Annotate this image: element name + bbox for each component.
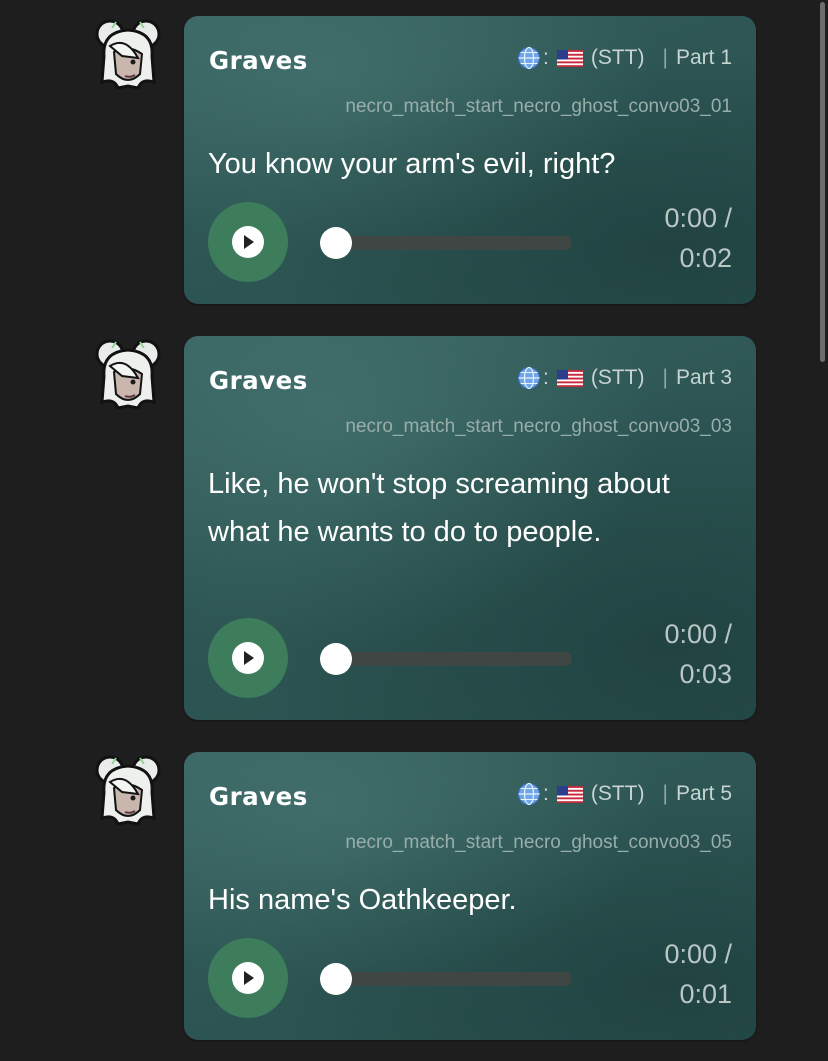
meta-divider: | <box>662 46 668 69</box>
message-bubble: Graves : <box>184 16 756 304</box>
play-icon <box>232 962 264 994</box>
us-flag-icon <box>556 369 583 387</box>
current-time: 0:00 / <box>664 939 732 969</box>
avatar <box>95 755 161 826</box>
time-display: 0:00 / 0:02 <box>664 198 732 278</box>
audio-player: 0:00 / 0:02 <box>208 200 732 284</box>
seek-bar[interactable] <box>336 236 572 250</box>
seek-thumb[interactable] <box>320 227 352 259</box>
transcript-text: Like, he won't stop screaming about what… <box>208 468 670 548</box>
part-label: Part 5 <box>675 782 732 805</box>
audio-player: 0:00 / 0:01 <box>208 936 732 1020</box>
line-meta: : (STT) | Part 3 <box>517 366 732 390</box>
lang-separator: : <box>543 366 549 389</box>
message-bubble: Graves : <box>184 752 756 1040</box>
duration: 0:02 <box>679 243 732 273</box>
audio-player: 0:00 / 0:03 <box>208 616 732 700</box>
globe-icon <box>517 366 541 390</box>
voice-line-message: Graves : <box>0 752 800 1042</box>
part-label: Part 1 <box>675 46 732 69</box>
duration: 0:03 <box>679 659 732 689</box>
avatar <box>95 339 161 410</box>
seek-thumb[interactable] <box>320 643 352 675</box>
play-button[interactable] <box>208 202 288 282</box>
stt-label: (STT) <box>590 782 645 805</box>
current-time: 0:00 / <box>664 203 732 233</box>
voice-line-id: necro_match_start_necro_ghost_convo03_03 <box>345 416 732 437</box>
us-flag-icon <box>556 785 583 803</box>
seek-bar[interactable] <box>336 972 572 986</box>
voice-line-id: necro_match_start_necro_ghost_convo03_01 <box>345 96 732 117</box>
current-time: 0:00 / <box>664 619 732 649</box>
part-label: Part 3 <box>675 366 732 389</box>
play-icon <box>232 226 264 258</box>
meta-divider: | <box>662 366 668 389</box>
line-meta: : (STT) | Part 5 <box>517 782 732 806</box>
globe-icon <box>517 782 541 806</box>
voice-line-message: Graves : <box>0 16 800 306</box>
transcript-text: You know your arm's evil, right? <box>208 148 616 180</box>
time-display: 0:00 / 0:01 <box>664 934 732 1014</box>
scrollbar[interactable] <box>819 0 825 1061</box>
play-button[interactable] <box>208 938 288 1018</box>
lang-separator: : <box>543 782 549 805</box>
scrollbar-thumb[interactable] <box>820 2 825 362</box>
play-button[interactable] <box>208 618 288 698</box>
duration: 0:01 <box>679 979 732 1009</box>
stt-label: (STT) <box>590 46 645 69</box>
message-bubble: Graves : <box>184 336 756 720</box>
play-icon <box>232 642 264 674</box>
seek-thumb[interactable] <box>320 963 352 995</box>
us-flag-icon <box>556 49 583 67</box>
line-meta: : (STT) | Part 1 <box>517 46 732 70</box>
speaker-name: Graves <box>209 782 308 811</box>
transcript-text: His name's Oathkeeper. <box>208 884 517 916</box>
lang-separator: : <box>543 46 549 69</box>
seek-bar[interactable] <box>336 652 572 666</box>
chat-log: Graves : (STT) | Part 1 necro_match_star… <box>0 0 828 1061</box>
time-display: 0:00 / 0:03 <box>664 614 732 694</box>
globe-icon <box>517 46 541 70</box>
voice-line-message: Graves : <box>0 336 800 722</box>
meta-divider: | <box>662 782 668 805</box>
voice-line-id: necro_match_start_necro_ghost_convo03_05 <box>345 832 732 853</box>
speaker-name: Graves <box>209 366 308 395</box>
avatar <box>95 19 161 90</box>
stt-label: (STT) <box>590 366 645 389</box>
speaker-name: Graves <box>209 46 308 75</box>
